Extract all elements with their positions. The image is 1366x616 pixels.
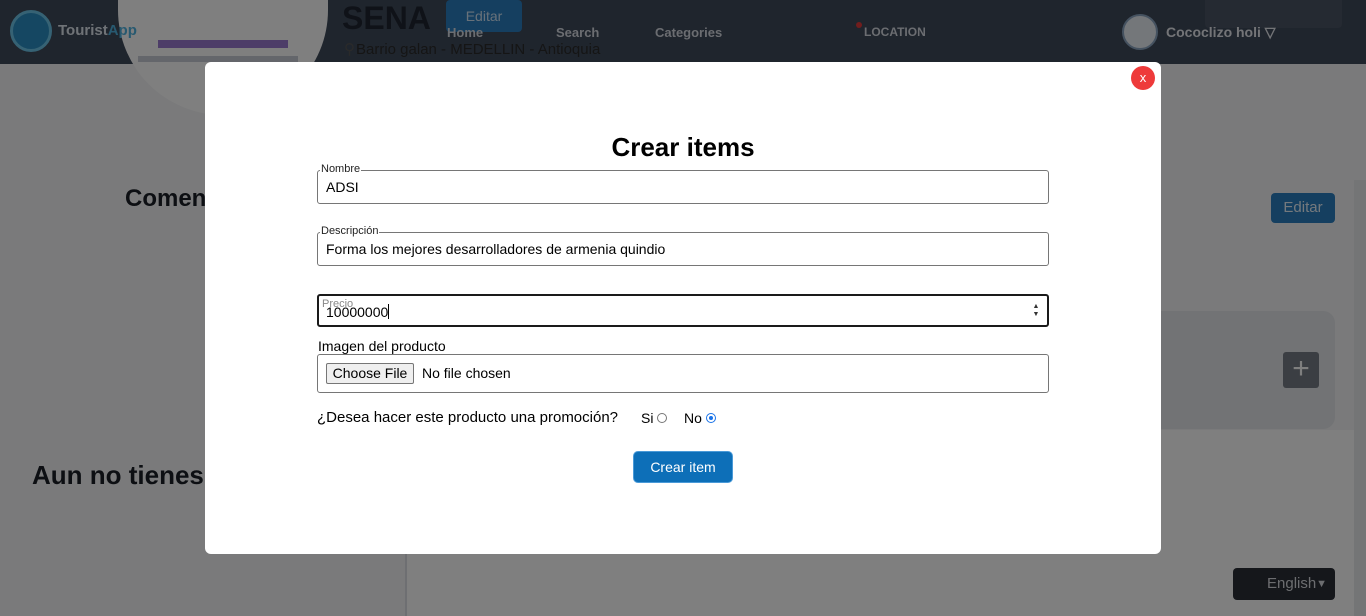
nombre-value: ADSI [326,179,359,195]
promotion-si-label[interactable]: Si [641,410,653,426]
nombre-field[interactable]: Nombre ADSI [317,162,1049,204]
descripcion-field[interactable]: Descripción Forma los mejores desarrolla… [317,224,1049,266]
create-item-button[interactable]: Crear item [633,451,733,483]
modal-title: Crear items [611,132,755,162]
promotion-no-label[interactable]: No [684,410,702,426]
promotion-si-radio[interactable] [657,413,667,423]
text-cursor [388,304,390,319]
image-upload-label: Imagen del producto [318,338,446,354]
choose-file-button[interactable]: Choose File [326,363,414,384]
promotion-question: ¿Desea hacer este producto una promoción… [317,409,619,426]
close-modal-button[interactable]: x [1131,66,1155,90]
promotion-no-radio[interactable] [706,413,716,423]
descripcion-value: Forma los mejores desarrolladores de arm… [326,241,666,257]
descripcion-label: Descripción [320,224,380,238]
precio-field[interactable]: Precio 10000000 ▲ ▼ [317,294,1049,327]
create-item-modal: x Crear items Nombre ADSI Descripción Fo… [205,62,1161,554]
number-stepper-icon[interactable]: ▲ ▼ [1031,303,1041,319]
file-status-text: No file chosen [422,365,511,381]
precio-value: 10000000 [326,304,390,320]
nombre-label: Nombre [320,162,362,176]
image-upload-input[interactable]: Choose File No file chosen [317,354,1049,393]
